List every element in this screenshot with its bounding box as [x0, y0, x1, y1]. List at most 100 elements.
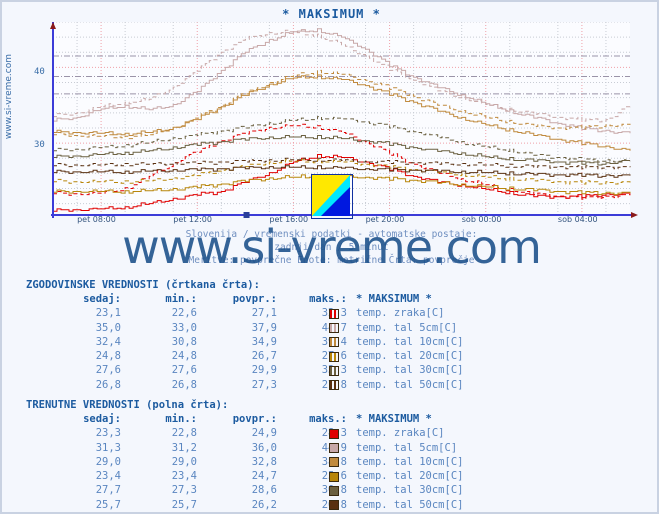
table-row: 27,627,629,933,3temp. tal 30cm[C]: [26, 363, 659, 377]
chart-subtitle: Slovenija / vremenski podatki - avtomats…: [2, 228, 659, 267]
series-color-swatch: [329, 471, 339, 482]
cell-povpr: 32,8: [251, 455, 277, 468]
series-color-swatch: [329, 351, 339, 362]
cell-sedaj: 23,4: [95, 470, 121, 483]
cell-sedaj: 35,0: [95, 321, 121, 334]
cell-povpr: 34,9: [251, 335, 277, 348]
table-row: 27,727,328,630,8temp. tal 30cm[C]: [26, 483, 659, 497]
x-axis-tick-label: sob 00:00: [461, 215, 502, 224]
current-table-header: sedaj: min.: povpr.: maks.: * MAKSIMUM *: [26, 412, 659, 426]
table-row: 24,824,826,727,6temp. tal 20cm[C]: [26, 349, 659, 363]
series-color-swatch: [329, 337, 339, 348]
series-label: temp. tal 50cm[C]: [356, 378, 464, 391]
subtitle-line-3: Meritve: povprečne Enote: metrične Črta:…: [188, 255, 475, 266]
cell-min: 22,8: [171, 427, 197, 440]
col-header-station: * MAKSIMUM *: [356, 293, 432, 305]
x-axis-tick-label: pet 16:00: [269, 215, 309, 224]
cell-min: 27,3: [171, 484, 197, 497]
cell-min: 24,8: [171, 350, 197, 363]
cell-min: 31,2: [171, 441, 197, 454]
cell-min: 29,0: [171, 455, 197, 468]
cell-povpr: 26,7: [251, 350, 277, 363]
series-label: temp. tal 20cm[C]: [356, 470, 464, 483]
x-axis-tick-label: pet 08:00: [77, 215, 116, 224]
x-axis-tick-label: pet 12:00: [173, 215, 212, 224]
table-row: 23,423,424,725,6temp. tal 20cm[C]: [26, 469, 659, 483]
x-axis-tick-label: pet 20:00: [365, 215, 405, 224]
cell-sedaj: 23,3: [95, 427, 121, 440]
cell-povpr: 29,9: [251, 364, 277, 377]
col-header-maks: maks.:: [309, 413, 347, 425]
cell-povpr: 27,1: [251, 307, 277, 320]
historical-rows: 23,122,627,132,3temp. zraka[C]35,0 33,0 37…: [2, 306, 659, 392]
cell-povpr: 36,0: [251, 441, 277, 454]
series-label: temp. tal 50cm[C]: [356, 498, 464, 511]
col-header-maks: maks.:: [309, 293, 347, 305]
cell-povpr: 27,3: [251, 378, 277, 391]
series-color-swatch: [329, 365, 339, 376]
cell-min: 25,7: [171, 498, 197, 511]
page-title: * MAKSIMUM *: [282, 7, 381, 21]
series-color-swatch: [329, 443, 339, 454]
cell-povpr: 24,9: [251, 427, 277, 440]
series-color-swatch: [329, 457, 339, 468]
table-row: 23,322,824,928,3temp. zraka[C]: [26, 426, 659, 440]
subtitle-line-1: Slovenija / vremenski podatki - avtomats…: [185, 229, 478, 240]
page-root: * MAKSIMUM * www.si-vreme.com 40 30 pet …: [0, 0, 659, 514]
series-color-swatch: [329, 485, 339, 496]
historical-table-header: sedaj: min.: povpr.: maks.: * MAKSIMUM *: [26, 292, 659, 306]
col-header-sedaj: sedaj:: [83, 293, 121, 305]
col-header-station: * MAKSIMUM *: [356, 413, 432, 425]
series-color-swatch: [329, 323, 339, 334]
col-header-min: min.:: [165, 413, 197, 425]
series-label: temp. tal 30cm[C]: [356, 364, 464, 377]
col-header-sedaj: sedaj:: [83, 413, 121, 425]
current-table-title: TRENUTNE VREDNOSTI (polna črta):: [26, 399, 229, 411]
series-label: temp. tal 10cm[C]: [356, 335, 464, 348]
cell-sedaj: 26,8: [95, 378, 121, 391]
series-label: temp. tal 5cm[C]: [356, 321, 458, 334]
cell-sedaj: 25,7: [95, 498, 121, 511]
series-color-swatch: [329, 380, 339, 391]
col-header-povpr: povpr.:: [232, 293, 277, 305]
site-logo-icon: [311, 174, 353, 219]
col-header-povpr: povpr.:: [232, 413, 277, 425]
cell-min: 30,8: [171, 335, 197, 348]
logo-svg: [312, 175, 350, 216]
historical-table-title: ZGODOVINSKE VREDNOSTI (črtkana črta):: [26, 279, 260, 291]
x-axis-tick-label: sob 04:00: [557, 215, 598, 224]
cell-sedaj: 23,1: [95, 307, 121, 320]
cell-povpr: 26,2: [251, 498, 277, 511]
cell-min: 23,4: [171, 470, 197, 483]
table-row: 23,122,627,132,3temp. zraka[C]: [26, 306, 659, 320]
cell-sedaj: 27,7: [95, 484, 121, 497]
y-axis-tick-40: 40: [34, 67, 45, 77]
table-row: 25,725,726,226,8temp. tal 50cm[C]: [26, 498, 659, 512]
y-axis-tick-30: 30: [34, 140, 45, 150]
cell-sedaj: 24,8: [95, 350, 121, 363]
table-row: 31,331,236,044,9temp. tal 5cm[C]: [26, 441, 659, 455]
cell-povpr: 37,9: [251, 321, 277, 334]
series-color-swatch: [329, 308, 339, 319]
cell-min: 26,8: [171, 378, 197, 391]
current-values-table: TRENUTNE VREDNOSTI (polna črta): sedaj: …: [2, 398, 659, 512]
cell-sedaj: 32,4: [95, 335, 121, 348]
cell-povpr: 24,7: [251, 470, 277, 483]
series-label: temp. tal 20cm[C]: [356, 350, 464, 363]
series-label: temp. zraka[C]: [356, 307, 445, 320]
cell-povpr: 28,6: [251, 484, 277, 497]
subtitle-line-2: zadnji dan / 5 minut: [274, 242, 389, 253]
series-label: temp. zraka[C]: [356, 427, 445, 440]
cell-min: 27,6: [171, 364, 197, 377]
cell-sedaj: 29,0: [95, 455, 121, 468]
series-label: temp. tal 30cm[C]: [356, 484, 464, 497]
table-row: 29,029,032,838,8temp. tal 10cm[C]: [26, 455, 659, 469]
series-color-swatch: [329, 428, 339, 439]
col-header-min: min.:: [165, 293, 197, 305]
cell-min: 33,0: [171, 321, 197, 334]
table-row: 26,826,827,327,8temp. tal 50cm[C]: [26, 378, 659, 392]
series-color-swatch: [329, 500, 339, 511]
table-row: 32,430,834,939,4temp. tal 10cm[C]: [26, 335, 659, 349]
series-label: temp. tal 5cm[C]: [356, 441, 458, 454]
series-label: temp. tal 10cm[C]: [356, 455, 464, 468]
